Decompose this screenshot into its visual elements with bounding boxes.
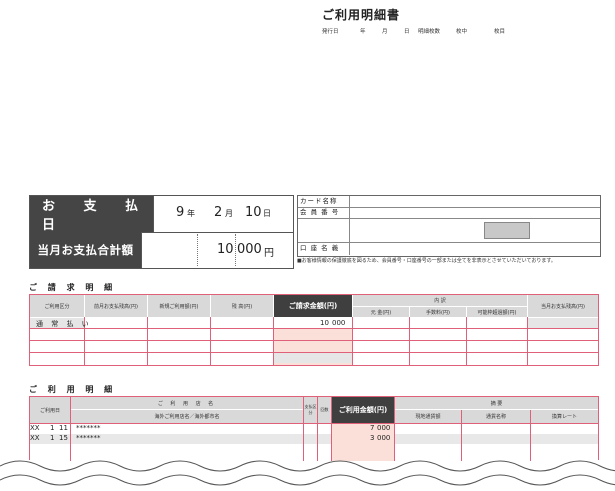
torn-edge: [0, 460, 615, 491]
payment-date-value: 9 年 2 月 10 日: [153, 196, 293, 232]
billing-header-month-balance: 当月お支払残高(円): [528, 295, 598, 317]
account-name-label: 口 座 名 義: [298, 242, 350, 255]
billing-header-fee: 手数料(円): [410, 307, 466, 317]
payment-summary: お 支 払 日 9 年 2 月 10 日 当月お支払合計額 10 000 円: [29, 195, 294, 269]
usage-header-date: ご利用日: [30, 397, 70, 423]
year-unit: 年: [187, 209, 195, 218]
usage-row-2-amount-units: 000: [377, 434, 391, 442]
usage-header-currency: 通貨名称: [462, 410, 530, 423]
payment-month: 2: [214, 205, 223, 220]
billing-header-prev: 前月お支払残高(円): [85, 295, 147, 317]
usage-row-1-amount-thousands: 7: [370, 424, 375, 432]
usage-header-local: 現地通貨額: [395, 410, 461, 423]
billing-row-label: 通 常 払 い: [36, 320, 92, 328]
billing-header-breakdown: 内 訳: [353, 295, 527, 306]
of-label: 枚中: [456, 29, 468, 35]
total-amount-thousands: 10: [217, 242, 234, 257]
usage-row-1-month: 1: [50, 424, 55, 432]
document-title: ご利用明細書: [322, 8, 401, 22]
blank-label: [298, 218, 350, 242]
sheet-no-label: 枚目: [494, 29, 506, 35]
usage-row-2-amount-thousands: 3: [370, 434, 375, 442]
usage-row-2-xx: XX: [30, 434, 40, 442]
privacy-note: ■お客様情報の保護徹底を図るため、会員番号・口座番号の一部または全てを非表示とさ…: [297, 258, 556, 264]
usage-section-title: ご 利 用 明 細: [29, 385, 117, 394]
yen-unit: 円: [264, 248, 274, 259]
usage-header-pay-type: 支払区分: [304, 397, 317, 423]
sheet-count-label: 明細枚数: [418, 29, 441, 35]
usage-row-2-day: 15: [59, 434, 68, 442]
usage-row-1-day: 11: [59, 424, 68, 432]
payment-date-label: お 支 払 日: [30, 196, 153, 233]
usage-row-1-xx: XX: [30, 424, 40, 432]
usage-header-rate: 換算レート: [531, 410, 598, 423]
day-unit: 日: [263, 209, 271, 218]
billing-header-type: ご利用区分: [30, 295, 84, 317]
total-amount-units: 000: [237, 242, 262, 257]
billing-header-balance: 残 高(円): [211, 295, 273, 317]
usage-row-1-store: *******: [76, 424, 101, 432]
payment-total-label: 当月お支払合計額: [30, 232, 141, 268]
billing-header-amount: ご請求金額(円): [274, 295, 352, 317]
billing-amount-units: 000: [332, 319, 346, 327]
billing-header-principal: 元 金(円): [353, 307, 409, 317]
issue-info: 発行日 年 月 日 明細枚数 枚中 枚目: [322, 27, 505, 35]
card-info-table: カード名称 会 員 番 号 口 座 名 義: [297, 195, 601, 257]
payment-total-row: 当月お支払合計額 10 000 円: [30, 232, 293, 268]
payment-day: 10: [245, 205, 262, 220]
billing-table: ご利用区分 前月お支払残高(円) 新規ご利用額(円) 残 高(円) ご請求金額(…: [29, 294, 599, 366]
masked-field: [484, 222, 530, 239]
usage-header-overseas: 海外ご利用店名／海外都市名: [71, 410, 303, 423]
usage-header-amount: ご利用金額(円): [332, 397, 394, 423]
issue-date-label: 発行日: [322, 29, 339, 35]
usage-table: ご利用日 ご 利 用 店 名 海外ご利用店名／海外都市名 支払区分 回数 ご利用…: [29, 396, 599, 461]
billing-section-title: ご 請 求 明 細: [29, 283, 117, 292]
card-name-label: カード名称: [298, 196, 350, 207]
month-label: 月: [382, 29, 388, 35]
payment-total-value: 10 000 円: [141, 232, 293, 268]
usage-row-1-amount-units: 000: [377, 424, 391, 432]
day-label: 日: [404, 29, 410, 35]
account-name-row: 口 座 名 義: [298, 242, 600, 255]
payment-year: 9: [176, 205, 185, 220]
member-no-label: 会 員 番 号: [298, 207, 350, 218]
usage-row-2-store: *******: [76, 434, 101, 442]
month-unit: 月: [225, 209, 233, 218]
payment-date-row: お 支 払 日 9 年 2 月 10 日: [30, 196, 293, 233]
usage-header-summary: 摘 要: [395, 397, 598, 409]
billing-header-new: 新規ご利用額(円): [148, 295, 210, 317]
usage-header-count: 回数: [318, 397, 331, 423]
billing-amount-thousands: 10: [320, 319, 329, 327]
usage-row-2-month: 1: [50, 434, 55, 442]
blank-row: [298, 218, 600, 243]
billing-header-over: 可能枠超過額(円): [467, 307, 527, 317]
year-label: 年: [360, 29, 366, 35]
usage-header-store: ご 利 用 店 名: [71, 397, 303, 409]
